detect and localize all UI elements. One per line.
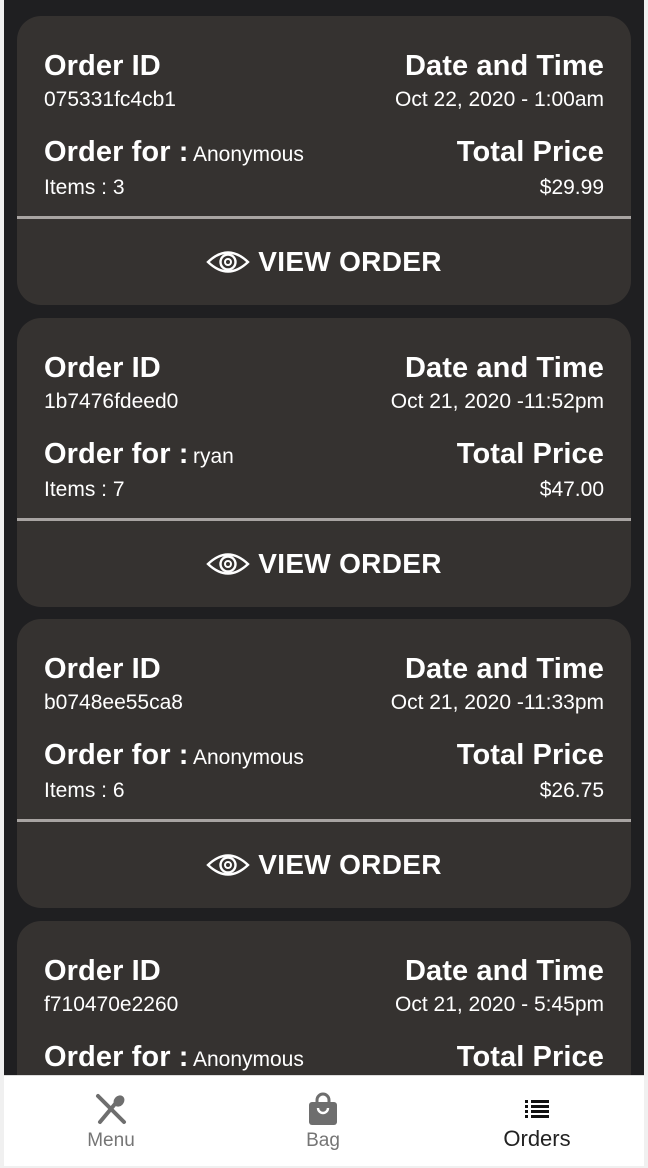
total-price-label: Total Price bbox=[456, 739, 604, 771]
view-order-button[interactable]: VIEW ORDER bbox=[17, 521, 631, 607]
order-price-value: $26.75 bbox=[539, 779, 604, 802]
order-card: Order ID Date and Time 075331fc4cb1 Oct … bbox=[17, 16, 631, 305]
list-icon bbox=[524, 1092, 550, 1126]
order-id-label: Order ID bbox=[44, 955, 161, 987]
view-order-button[interactable]: VIEW ORDER bbox=[17, 822, 631, 908]
order-items-count: Items : 6 bbox=[44, 779, 125, 802]
order-datetime-value: Oct 21, 2020 - 5:45pm bbox=[395, 993, 604, 1016]
order-meta-row: f710470e2260 Oct 21, 2020 - 5:45pm bbox=[44, 993, 604, 1017]
order-customer-value: Anonymous bbox=[192, 1048, 304, 1071]
shopping-bag-icon bbox=[307, 1092, 339, 1126]
order-id-label: Order ID bbox=[44, 352, 161, 384]
eye-icon bbox=[206, 249, 251, 275]
order-items-row: Items : 7 $47.00 bbox=[44, 478, 604, 502]
order-for-label: Order for : bbox=[44, 739, 189, 771]
order-meta-row: 1b7476fdeed0 Oct 21, 2020 -11:52pm bbox=[44, 390, 604, 414]
date-time-label: Date and Time bbox=[405, 352, 604, 384]
order-customer-row: Order for : Anonymous Total Price bbox=[44, 739, 604, 772]
eye-icon bbox=[206, 551, 251, 577]
order-header-row: Order ID Date and Time bbox=[44, 50, 604, 83]
order-customer-value: Anonymous bbox=[192, 143, 304, 166]
order-customer-value: ryan bbox=[192, 445, 234, 468]
order-id-label: Order ID bbox=[44, 50, 161, 82]
order-id-label: Order ID bbox=[44, 653, 161, 685]
order-items-count: Items : 3 bbox=[44, 176, 125, 199]
order-card: Order ID Date and Time 1b7476fdeed0 Oct … bbox=[17, 318, 631, 607]
nav-item-orders[interactable]: Orders bbox=[467, 1076, 607, 1166]
order-id-value: 075331fc4cb1 bbox=[44, 88, 176, 111]
date-time-label: Date and Time bbox=[405, 955, 604, 987]
order-for-label: Order for : bbox=[44, 136, 189, 168]
nav-label-orders: Orders bbox=[503, 1126, 571, 1151]
order-customer-row: Order for : ryan Total Price bbox=[44, 438, 604, 471]
date-time-label: Date and Time bbox=[405, 50, 604, 82]
order-items-row: Items : 3 $29.99 bbox=[44, 176, 604, 200]
order-id-value: f710470e2260 bbox=[44, 993, 179, 1016]
fork-knife-icon bbox=[94, 1092, 128, 1126]
order-price-value: $47.00 bbox=[539, 478, 604, 501]
nav-label-menu: Menu bbox=[87, 1130, 135, 1151]
view-order-button[interactable]: VIEW ORDER bbox=[17, 219, 631, 305]
order-card: Order ID Date and Time f710470e2260 Oct … bbox=[17, 921, 631, 1075]
total-price-label: Total Price bbox=[456, 1041, 604, 1073]
order-header-row: Order ID Date and Time bbox=[44, 352, 604, 385]
order-id-value: 1b7476fdeed0 bbox=[44, 390, 179, 413]
order-meta-row: 075331fc4cb1 Oct 22, 2020 - 1:00am bbox=[44, 88, 604, 112]
view-order-label: VIEW ORDER bbox=[258, 849, 442, 880]
order-id-value: b0748ee55ca8 bbox=[44, 691, 183, 714]
order-price-value: $29.99 bbox=[539, 176, 604, 199]
nav-label-bag: Bag bbox=[306, 1130, 340, 1151]
order-items-count: Items : 7 bbox=[44, 478, 125, 501]
date-time-label: Date and Time bbox=[405, 653, 604, 685]
order-datetime-value: Oct 21, 2020 -11:52pm bbox=[390, 390, 604, 413]
nav-item-bag[interactable]: Bag bbox=[253, 1076, 393, 1166]
nav-item-menu[interactable]: Menu bbox=[41, 1076, 181, 1166]
order-header-row: Order ID Date and Time bbox=[44, 955, 604, 988]
order-header-row: Order ID Date and Time bbox=[44, 653, 604, 686]
view-order-label: VIEW ORDER bbox=[258, 548, 442, 579]
order-customer-row: Order for : Anonymous Total Price bbox=[44, 136, 604, 169]
order-items-row: Items : 6 $26.75 bbox=[44, 779, 604, 803]
order-card: Order ID Date and Time b0748ee55ca8 Oct … bbox=[17, 619, 631, 908]
bottom-navigation: Menu Bag Orders bbox=[4, 1075, 644, 1166]
order-meta-row: b0748ee55ca8 Oct 21, 2020 -11:33pm bbox=[44, 691, 604, 715]
order-datetime-value: Oct 22, 2020 - 1:00am bbox=[395, 88, 604, 111]
orders-list[interactable]: Order ID Date and Time 075331fc4cb1 Oct … bbox=[4, 0, 644, 1075]
view-order-label: VIEW ORDER bbox=[258, 246, 442, 277]
total-price-label: Total Price bbox=[456, 438, 604, 470]
eye-icon bbox=[206, 852, 251, 878]
order-for-label: Order for : bbox=[44, 438, 189, 470]
order-customer-row: Order for : Anonymous Total Price bbox=[44, 1041, 604, 1074]
order-datetime-value: Oct 21, 2020 -11:33pm bbox=[390, 691, 604, 714]
order-customer-value: Anonymous bbox=[192, 746, 304, 769]
total-price-label: Total Price bbox=[456, 136, 604, 168]
order-for-label: Order for : bbox=[44, 1041, 189, 1073]
